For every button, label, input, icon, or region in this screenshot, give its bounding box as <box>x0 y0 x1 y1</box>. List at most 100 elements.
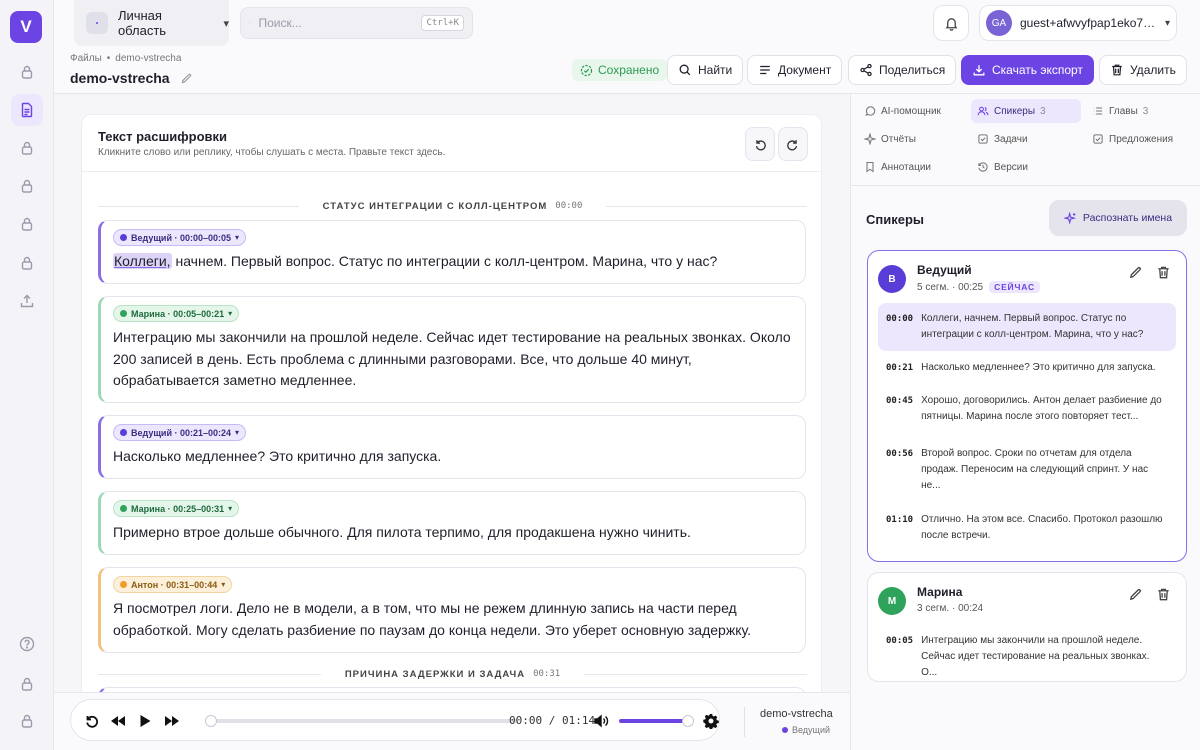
tab-suggestions[interactable]: Предложения <box>1086 127 1179 151</box>
lock-icon[interactable] <box>11 705 43 737</box>
chapter-time: 00:31 <box>533 669 561 679</box>
player-controls: 00:00 / 01:14 <box>70 699 720 741</box>
breadcrumb-files[interactable]: Файлы <box>70 53 102 64</box>
delete-button[interactable]: Удалить <box>1099 55 1187 85</box>
chapter-title: Статус интеграции с колл-центром <box>322 200 548 212</box>
right-panel: AI-помощник Спикеры 3 Главы 3 Отчёты Зад… <box>850 94 1200 750</box>
speaker-card[interactable]: М Марина 3 сегм. · 00:24 00:05 Интеграци… <box>867 572 1187 682</box>
utterance-text: Отлично. На этом все. Спасибо. Протокол … <box>921 514 1163 541</box>
speaker-utterance[interactable]: 00:05 Интеграцию мы закончили на прошлой… <box>878 625 1176 681</box>
tab-chapters[interactable]: Главы 3 <box>1086 99 1154 123</box>
tab-speakers[interactable]: Спикеры 3 <box>971 99 1081 123</box>
notifications-button[interactable] <box>933 5 969 41</box>
help-icon[interactable] <box>11 628 43 660</box>
search-box[interactable]: Ctrl+K <box>240 7 473 39</box>
speaker-tag[interactable]: Ведущий · 00:21–00:24 ▾ <box>113 424 247 441</box>
speaker-stats: 5 сегм. · 00:25 <box>917 281 984 293</box>
redo-icon <box>787 140 798 151</box>
check-circle-icon <box>580 64 593 76</box>
speaker-tag-label: Марина · 00:25–00:31 <box>131 503 225 514</box>
search-input[interactable] <box>258 16 414 30</box>
rewind-icon[interactable] <box>110 713 126 729</box>
seek-handle[interactable] <box>205 715 217 727</box>
volume-slider[interactable] <box>619 715 694 727</box>
speaker-tag[interactable]: Ведущий · 00:00–00:05 ▾ <box>113 229 247 246</box>
turn-text[interactable]: Я посмотрел логи. Дело не в модели, а в … <box>113 598 795 641</box>
user-menu[interactable]: GA guest+afwvyfpap1eko7d... ▾ <box>979 5 1177 41</box>
volume-handle[interactable] <box>682 715 694 727</box>
utterance-time: 00:05 <box>886 636 914 646</box>
pencil-icon[interactable] <box>1128 587 1143 602</box>
tab-tasks[interactable]: Задачи <box>971 127 1034 151</box>
chapter-time: 00:00 <box>555 201 583 211</box>
lock-icon[interactable] <box>11 56 43 88</box>
document-button[interactable]: Документ <box>747 55 843 85</box>
tab-reports[interactable]: Отчёты <box>858 127 922 151</box>
time-separator: / <box>548 714 556 727</box>
turn-text[interactable]: Интеграцию мы закончили на прошлой недел… <box>113 327 795 392</box>
tab-annotations[interactable]: Аннотации <box>858 155 937 179</box>
current-time: 00:00 <box>509 714 543 727</box>
redo-button[interactable] <box>778 127 808 161</box>
lock-icon[interactable] <box>11 247 43 279</box>
tab-label: Спикеры <box>994 105 1036 117</box>
transcript-turn[interactable]: Марина · 00:05–00:21 ▾ Интеграцию мы зако… <box>98 296 806 403</box>
tab-versions[interactable]: Версии <box>971 155 1034 179</box>
turn-text[interactable]: Примерно втрое дольше обычного. Для пило… <box>113 522 795 544</box>
upload-icon[interactable] <box>11 285 43 317</box>
seek-slider[interactable] <box>205 715 518 727</box>
bookmark-icon <box>866 161 874 173</box>
chapter-header[interactable]: Статус интеграции с колл-центром 00:00 <box>82 199 821 213</box>
player-current-speaker: Ведущий <box>782 725 830 735</box>
speaker-tag[interactable]: Антон · 00:31–00:44 ▾ <box>113 576 233 593</box>
find-button[interactable]: Найти <box>667 55 744 85</box>
volume-icon[interactable] <box>593 713 609 729</box>
transcript-turn[interactable]: Ведущий · 00:21–00:24 ▾ Насколько медленн… <box>98 415 806 479</box>
sparkle-icon <box>1063 211 1077 225</box>
tab-label: Задачи <box>994 133 1028 145</box>
speaker-utterance[interactable]: 00:56 Второй вопрос. Сроки по отчетам дл… <box>878 438 1176 502</box>
play-icon[interactable] <box>137 713 153 729</box>
gear-icon[interactable] <box>703 713 719 729</box>
workspace-switcher[interactable]: Личная область ▾ <box>74 0 229 46</box>
transcript-turn[interactable]: Марина · 00:25–00:31 ▾ Примерно втрое дол… <box>98 491 806 555</box>
workspace-label: Личная область <box>117 8 167 38</box>
transcript-turn[interactable]: Ведущий · 00:00–00:05 ▾ Коллеги, начнем. … <box>98 220 806 284</box>
app-logo[interactable]: V <box>10 11 42 43</box>
document-icon[interactable] <box>11 94 43 126</box>
utterance-time: 00:45 <box>886 396 914 406</box>
tab-ai-assistant[interactable]: AI-помощник <box>858 99 947 123</box>
speaker-tag-label: Антон · 00:31–00:44 <box>131 579 218 590</box>
lock-icon[interactable] <box>11 668 43 700</box>
highlighted-word[interactable]: Коллеги, <box>113 253 172 269</box>
speaker-tag[interactable]: Марина · 00:05–00:21 ▾ <box>113 305 240 322</box>
pencil-icon[interactable] <box>180 72 193 85</box>
trash-icon[interactable] <box>1156 587 1171 602</box>
workspace-icon <box>86 12 108 34</box>
lock-icon[interactable] <box>11 208 43 240</box>
share-button[interactable]: Поделиться <box>848 55 957 85</box>
speaker-utterance[interactable]: 00:00 Коллеги, начнем. Первый вопрос. Ст… <box>878 303 1176 351</box>
lock-icon[interactable] <box>11 170 43 202</box>
speaker-tag[interactable]: Марина · 00:25–00:31 ▾ <box>113 500 240 517</box>
pencil-icon[interactable] <box>1128 265 1143 280</box>
replay-icon[interactable] <box>84 713 100 729</box>
speaker-utterance[interactable]: 01:10 Отлично. На этом все. Спасибо. Про… <box>878 504 1176 552</box>
undo-button[interactable] <box>745 127 775 161</box>
export-button[interactable]: Скачать экспорт <box>961 55 1094 85</box>
breadcrumb-current: demo-vstrecha <box>115 53 182 64</box>
speaker-dot <box>120 310 127 317</box>
transcript-turn[interactable]: Антон · 00:31–00:44 ▾ Я посмотрел логи. Д… <box>98 567 806 653</box>
turn-text[interactable]: Коллеги, начнем. Первый вопрос. Статус п… <box>113 251 795 273</box>
lock-icon[interactable] <box>11 132 43 164</box>
speaker-utterance[interactable]: 00:45 Хорошо, договорились. Антон делает… <box>878 385 1176 433</box>
turn-text[interactable]: Насколько медленнее? Это критично для за… <box>113 446 795 468</box>
fast-forward-icon[interactable] <box>164 713 180 729</box>
search-shortcut: Ctrl+K <box>421 15 464 31</box>
speaker-utterance[interactable]: 00:21 Насколько медленнее? Это критично … <box>878 352 1176 384</box>
recognize-names-button[interactable]: Распознать имена <box>1049 200 1187 236</box>
document-label: Документ <box>778 63 832 77</box>
trash-icon[interactable] <box>1156 265 1171 280</box>
chapter-header[interactable]: Причина задержки и задача 00:31 <box>82 667 821 681</box>
speaker-card[interactable]: В Ведущий 5 сегм. · 00:25 СЕЙЧАС 00:00 К… <box>867 250 1187 562</box>
